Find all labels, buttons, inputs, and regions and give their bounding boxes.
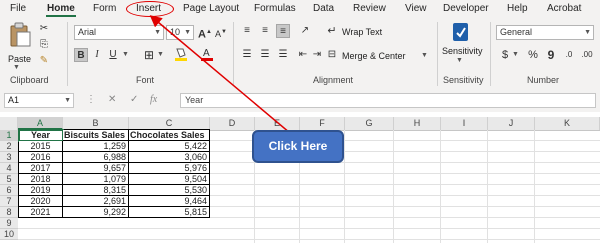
click-here-callout: Click Here xyxy=(252,130,344,163)
annotation-arrow xyxy=(149,15,291,134)
